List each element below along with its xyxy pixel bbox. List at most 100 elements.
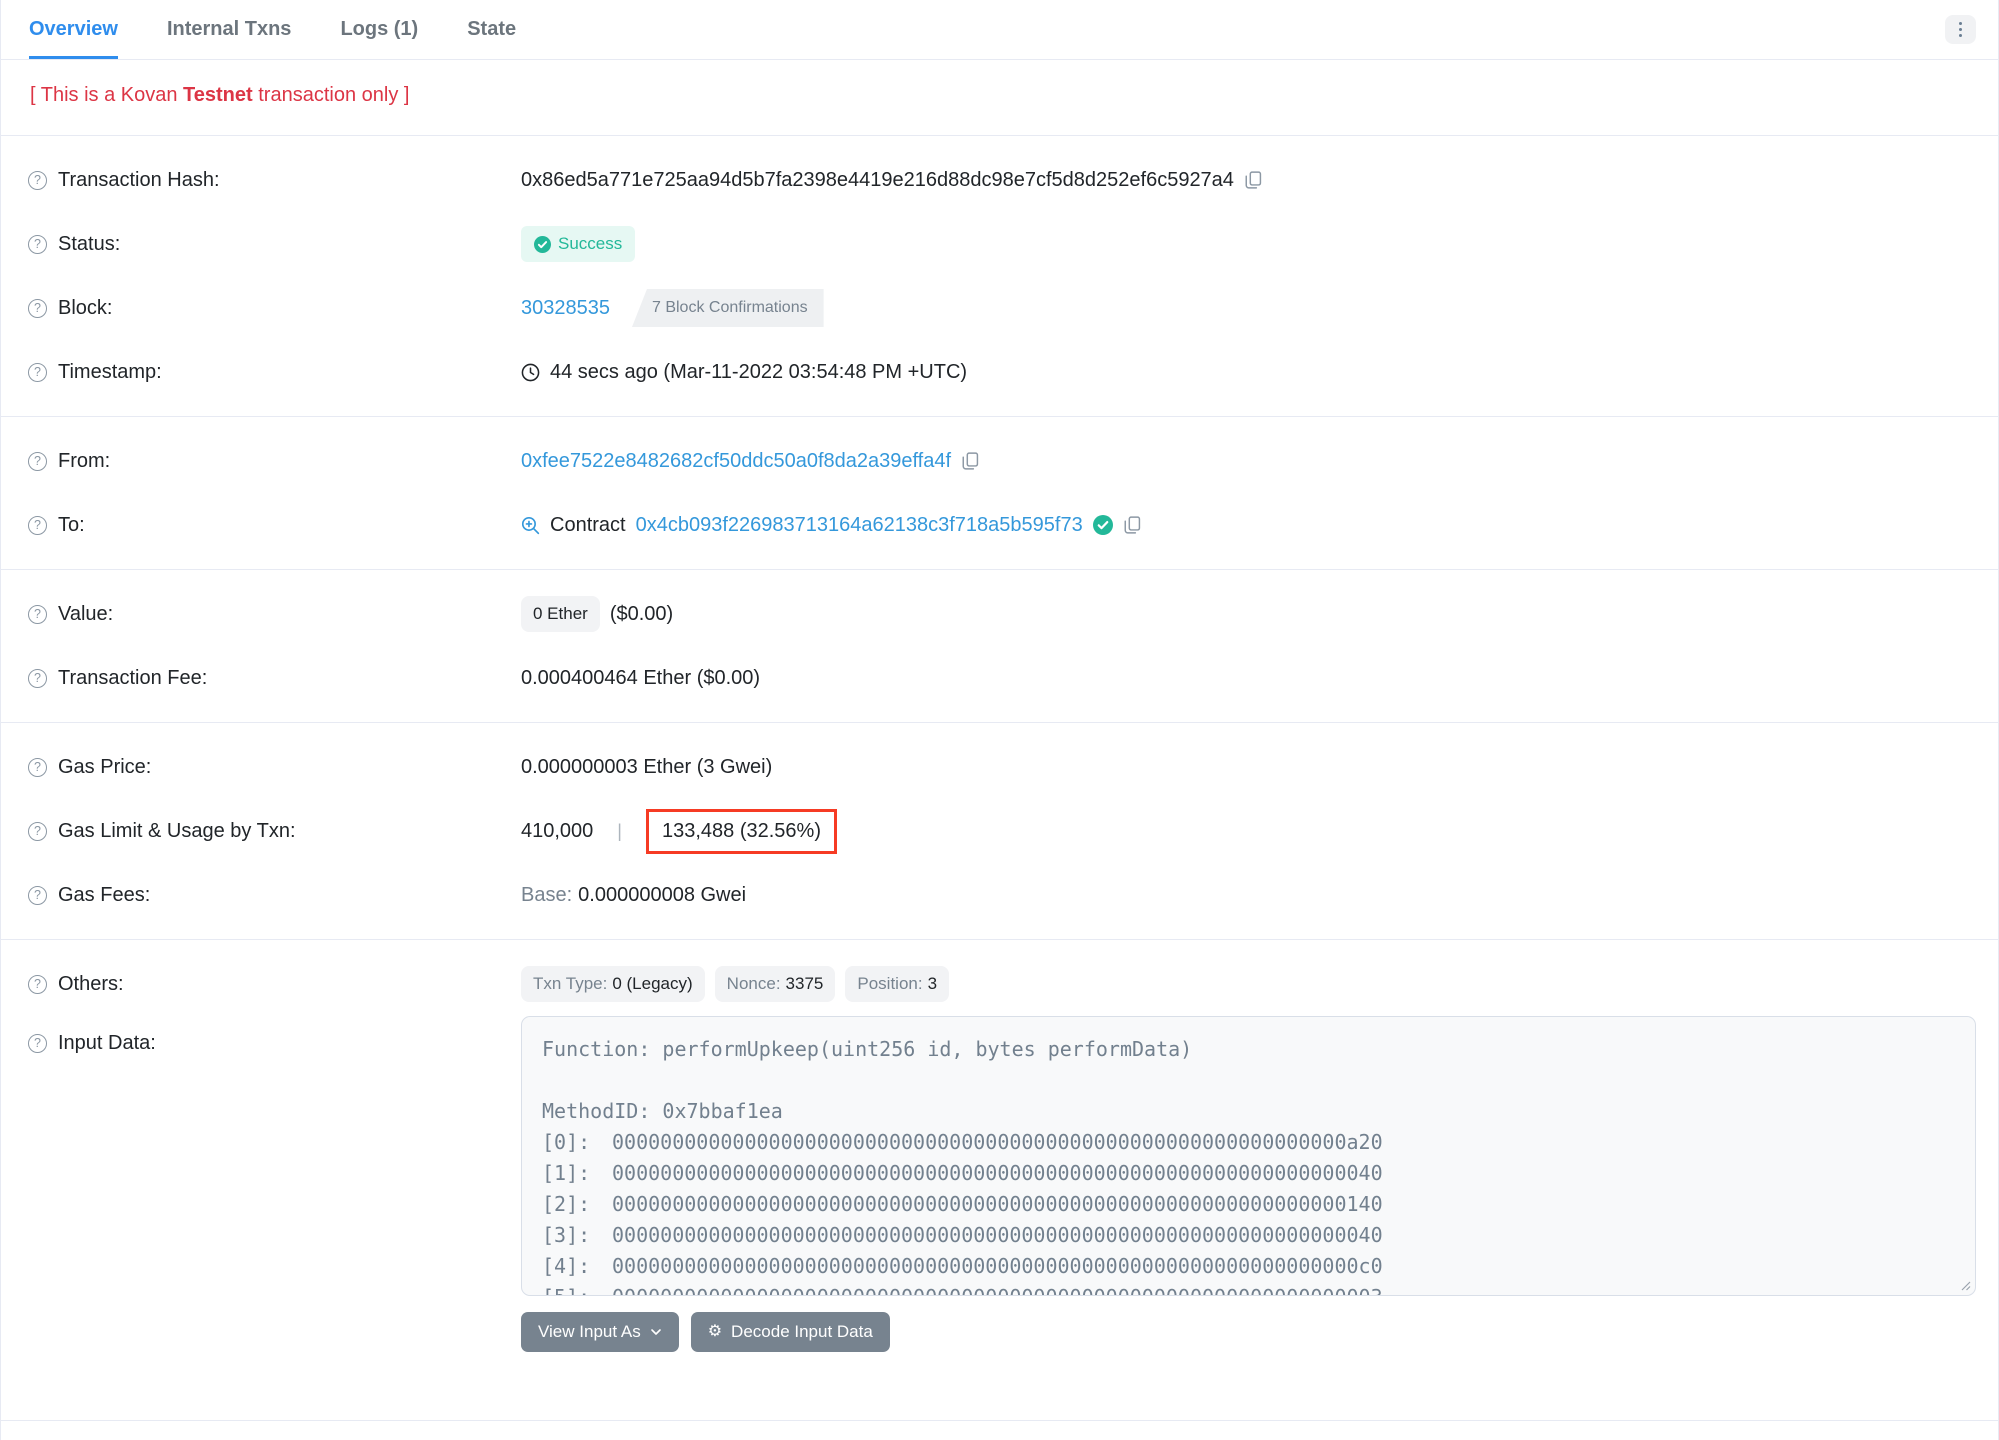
input-data-label: Input Data: <box>58 1032 156 1054</box>
gas-limit-usage-row: ? Gas Limit & Usage by Txn: 410,000 | 13… <box>1 799 1998 863</box>
section-addresses: ? From: 0xfee7522e8482682cf50ddc50a0f8da… <box>1 417 1998 569</box>
copy-icon[interactable] <box>1244 171 1262 189</box>
tab-state[interactable]: State <box>467 0 516 59</box>
others-label: Others: <box>58 972 124 995</box>
word-index: [5]: <box>542 1282 612 1295</box>
help-icon[interactable]: ? <box>28 885 47 905</box>
gas-fees-base-label: Base: <box>521 883 573 906</box>
to-label: To: <box>58 513 85 536</box>
resize-grip-icon[interactable] <box>1959 1279 1971 1291</box>
help-icon[interactable]: ? <box>28 515 47 535</box>
input-word-line: [0]: 00000000000000000000000000000000000… <box>542 1127 1955 1158</box>
view-input-as-button[interactable]: View Input As <box>521 1312 679 1352</box>
help-icon[interactable]: ? <box>28 757 47 777</box>
word-hex: 0000000000000000000000000000000000000000… <box>612 1130 1383 1154</box>
kebab-dot <box>1958 21 1963 26</box>
tab-logs[interactable]: Logs (1) <box>340 0 418 59</box>
word-index: [4]: <box>542 1254 591 1278</box>
kebab-dot <box>1958 33 1963 38</box>
gas-fees-base-value: 0.000000008 Gwei <box>578 883 747 906</box>
input-data-row: ? Input Data: Function: performUpkeep(ui… <box>1 1016 1998 1296</box>
help-icon[interactable]: ? <box>28 1034 47 1053</box>
block-number-link[interactable]: 30328535 <box>521 297 610 320</box>
clock-icon <box>521 363 540 381</box>
transaction-fee-label: Transaction Fee: <box>58 666 208 689</box>
tab-overview[interactable]: Overview <box>29 0 118 59</box>
timestamp-label: Timestamp: <box>58 360 162 383</box>
input-word-line: [2]: 00000000000000000000000000000000000… <box>542 1189 1955 1220</box>
gas-price-row: ? Gas Price: 0.000000003 Ether (3 Gwei) <box>1 735 1998 799</box>
to-address-link[interactable]: 0x4cb093f226983713164a62138c3f718a5b595f… <box>636 514 1083 537</box>
help-icon[interactable]: ? <box>28 668 47 688</box>
word-index: [0]: <box>542 1130 591 1154</box>
word-hex: 0000000000000000000000000000000000000000… <box>612 1282 1383 1295</box>
block-label: Block: <box>58 296 113 319</box>
copy-icon[interactable] <box>1123 516 1141 534</box>
transaction-details-card: Overview Internal Txns Logs (1) State [ … <box>0 0 1999 1440</box>
input-blank-line <box>542 1065 1955 1096</box>
ether-value-text: 0 Ether <box>533 604 588 623</box>
to-contract-prefix: Contract <box>550 513 626 536</box>
word-hex: 0000000000000000000000000000000000000000… <box>612 1254 1383 1278</box>
help-icon[interactable]: ? <box>28 451 47 471</box>
input-word-line: [4]: 00000000000000000000000000000000000… <box>542 1251 1955 1282</box>
position-badge: Position: 3 <box>845 966 950 1002</box>
section-overview-top: ? Transaction Hash: 0x86ed5a771e725aa94d… <box>1 136 1998 416</box>
kebab-dot <box>1958 27 1963 32</box>
timestamp-row: ? Timestamp: 44 secs ago (Mar-11-2022 03… <box>1 340 1998 404</box>
gas-limit-usage-label: Gas Limit & Usage by Txn: <box>58 819 296 842</box>
value-label: Value: <box>58 602 114 625</box>
input-data-textarea[interactable]: Function: performUpkeep(uint256 id, byte… <box>521 1016 1976 1296</box>
txn-type-key: Txn Type: <box>533 974 608 993</box>
section-others-input: ? Others: Txn Type: 0 (Legacy) Nonce: 33… <box>1 940 1998 1420</box>
copy-icon[interactable] <box>961 452 979 470</box>
input-methodid-line: MethodID: 0x7bbaf1ea <box>542 1099 783 1123</box>
usd-value-text: ($0.00) <box>609 602 674 625</box>
word-index: [2]: <box>542 1192 591 1216</box>
help-icon[interactable]: ? <box>28 821 47 841</box>
section-gas: ? Gas Price: 0.000000003 Ether (3 Gwei) … <box>1 723 1998 939</box>
input-data-actions: View Input As ⚙ Decode Input Data <box>521 1312 1998 1408</box>
bottom-divider <box>1 1420 1998 1421</box>
nonce-badge: Nonce: 3375 <box>714 966 836 1002</box>
more-options-button[interactable] <box>1945 15 1976 44</box>
help-icon[interactable]: ? <box>28 604 47 624</box>
help-icon[interactable]: ? <box>28 234 47 254</box>
position-value: 3 <box>927 974 938 993</box>
nonce-value: 3375 <box>785 974 824 993</box>
gas-fees-label: Gas Fees: <box>58 883 151 906</box>
help-icon[interactable]: ? <box>28 974 47 994</box>
status-badge: Success <box>521 226 636 262</box>
word-index: [3]: <box>542 1223 591 1247</box>
view-input-as-label: View Input As <box>538 1322 641 1341</box>
gas-usage-value: 133,488 (32.56%) <box>661 819 821 842</box>
magnifier-plus-icon[interactable] <box>521 516 540 535</box>
transaction-fee-value: 0.000400464 Ether ($0.00) <box>521 666 761 689</box>
decode-input-data-button[interactable]: ⚙ Decode Input Data <box>690 1312 890 1352</box>
transaction-fee-row: ? Transaction Fee: 0.000400464 Ether ($0… <box>1 646 1998 710</box>
verified-check-icon <box>1092 515 1113 535</box>
word-hex: 0000000000000000000000000000000000000000… <box>612 1192 1383 1216</box>
help-icon[interactable]: ? <box>28 362 47 382</box>
gears-icon: ⚙ <box>707 1323 723 1340</box>
input-word-line: [5]: 00000000000000000000000000000000000… <box>542 1282 1955 1295</box>
value-row: ? Value: 0 Ether ($0.00) <box>1 582 1998 646</box>
tab-internal-txns[interactable]: Internal Txns <box>167 0 291 59</box>
from-label: From: <box>58 449 111 472</box>
transaction-hash-row: ? Transaction Hash: 0x86ed5a771e725aa94d… <box>1 148 1998 212</box>
testnet-warning-prefix: [ This is a Kovan <box>30 84 184 106</box>
to-row: ? To: Contract 0x4cb093f226983713164a621… <box>1 493 1998 557</box>
input-word-line: [1]: 00000000000000000000000000000000000… <box>542 1158 1955 1189</box>
tab-bar: Overview Internal Txns Logs (1) State <box>1 0 1998 60</box>
status-badge-label: Success <box>558 234 623 253</box>
others-row: ? Others: Txn Type: 0 (Legacy) Nonce: 33… <box>1 952 1998 1016</box>
from-address-link[interactable]: 0xfee7522e8482682cf50ddc50a0f8da2a39effa… <box>521 450 951 473</box>
input-word-line: [3]: 00000000000000000000000000000000000… <box>542 1220 1955 1251</box>
block-confirmations-badge: 7 Block Confirmations <box>631 289 824 327</box>
ether-value-badge: 0 Ether <box>521 596 600 632</box>
gas-separator: | <box>617 820 622 841</box>
tabbar-spacer <box>565 0 1945 59</box>
help-icon[interactable]: ? <box>28 298 47 318</box>
word-hex: 0000000000000000000000000000000000000000… <box>612 1161 1383 1185</box>
help-icon[interactable]: ? <box>28 170 47 190</box>
